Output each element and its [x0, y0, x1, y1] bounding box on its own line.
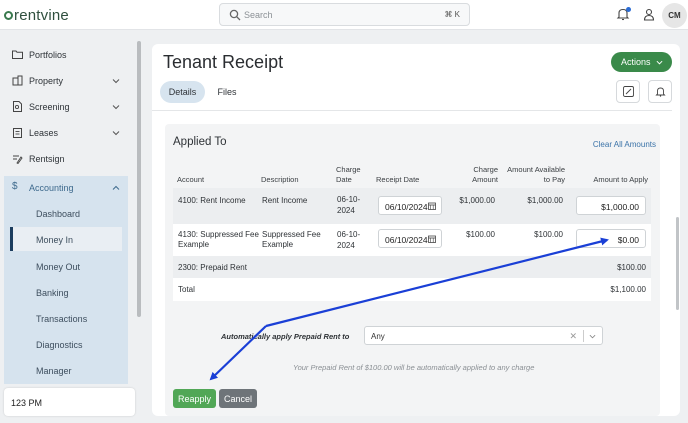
col-header-charge-date-2: Date — [336, 175, 352, 184]
search-shortcut: ⌘ K — [444, 10, 460, 19]
notification-dot — [626, 7, 631, 12]
auto-apply-label: Automatically apply Prepaid Rent to — [221, 332, 350, 341]
user-icon[interactable] — [643, 8, 655, 21]
search-icon — [229, 9, 241, 21]
select-separator — [583, 330, 584, 342]
col-header-description: Description — [261, 175, 299, 184]
amount-to-apply-input[interactable]: $1,000.00 — [576, 196, 646, 215]
actions-button[interactable]: Actions — [611, 52, 672, 72]
chevron-down-icon — [112, 79, 120, 84]
col-header-available-2: to Pay — [543, 175, 565, 184]
main-card: Tenant Receipt Actions Details Files App… — [152, 44, 680, 416]
clock-widget: 123 PM — [4, 388, 135, 416]
sidebar-sub-diagnostics[interactable]: Diagnostics — [36, 340, 83, 350]
sidebar-sub-transactions[interactable]: Transactions — [36, 314, 87, 324]
col-header-account: Account — [177, 175, 205, 184]
table-row: 4130: Suppressed Fee Example Suppressed … — [173, 224, 651, 256]
edit-button[interactable] — [616, 80, 640, 103]
clipboard-icon — [13, 128, 22, 138]
page-title: Tenant Receipt — [163, 52, 284, 72]
sidebar-sub-banking[interactable]: Banking — [36, 288, 69, 298]
chevron-up-icon — [112, 185, 120, 190]
tab-details[interactable]: Details — [160, 81, 205, 103]
sidebar-sub-dashboard[interactable]: Dashboard — [36, 209, 80, 219]
amount-to-apply-input[interactable]: $0.00 — [576, 229, 646, 248]
search-box[interactable]: Search ⌘ K — [219, 3, 470, 26]
col-header-amount-to-apply: Amount to Apply — [593, 175, 648, 184]
calendar-icon — [428, 202, 436, 210]
main-scrollbar[interactable] — [676, 217, 679, 310]
tab-files[interactable]: Files — [212, 81, 242, 103]
receipt-date-input[interactable]: 06/10/2024 — [378, 229, 442, 248]
sidebar-item-rentsign[interactable]: Rentsign — [12, 149, 124, 169]
applied-to-section: Applied To Clear All Amounts Account Des… — [165, 124, 660, 416]
sidebar-sub-money-in[interactable]: Money In — [36, 235, 73, 245]
sidebar-sub-manager[interactable]: Manager — [36, 366, 72, 376]
chevron-down-icon — [112, 131, 120, 136]
col-header-available-1: Amount Available — [507, 165, 565, 174]
sidebar-item-leases[interactable]: Leases — [12, 123, 124, 143]
auto-apply-select[interactable]: Any ✕ — [364, 326, 603, 345]
rentvine-logo[interactable]: rentvine — [4, 7, 69, 24]
header-divider — [152, 110, 672, 111]
prepaid-note: Your Prepaid Rent of $100.00 will be aut… — [293, 363, 535, 372]
sidebar-item-screening[interactable]: Screening — [12, 97, 124, 117]
sidebar-scrollbar[interactable] — [137, 41, 141, 317]
document-search-icon — [13, 101, 22, 112]
bell-outline-icon — [655, 87, 666, 97]
chevron-down-icon — [589, 334, 596, 339]
sidebar-sub-money-out[interactable]: Money Out — [36, 262, 80, 272]
col-header-charge-date-1: Charge — [336, 165, 361, 174]
section-title: Applied To — [173, 136, 227, 148]
receipt-date-input[interactable]: 06/10/2024 — [378, 196, 442, 215]
top-bar: rentvine Search ⌘ K CM — [0, 0, 688, 30]
prepaid-row: 2300: Prepaid Rent $100.00 — [173, 256, 651, 278]
accounting-panel — [4, 176, 128, 384]
folder-icon — [12, 50, 23, 59]
edit-icon — [623, 86, 634, 97]
reapply-button[interactable]: Reapply — [173, 389, 216, 408]
chevron-down-icon — [656, 60, 663, 65]
calendar-icon — [428, 235, 436, 243]
building-icon — [12, 75, 23, 86]
sidebar-item-accounting[interactable]: $ Accounting — [12, 178, 124, 198]
col-header-receipt-date: Receipt Date — [376, 175, 420, 184]
alert-button[interactable] — [648, 80, 672, 103]
chevron-down-icon — [112, 105, 120, 110]
search-placeholder: Search — [244, 10, 273, 20]
clear-all-amounts-link[interactable]: Clear All Amounts — [593, 140, 656, 149]
cancel-button[interactable]: Cancel — [219, 389, 257, 408]
dollar-icon: $ — [12, 181, 18, 192]
col-header-charge-amount-1: Charge — [473, 165, 498, 174]
clear-icon[interactable]: ✕ — [569, 331, 577, 342]
total-row: Total $1,100.00 — [173, 278, 651, 301]
avatar[interactable]: CM — [662, 3, 687, 28]
signature-icon — [13, 155, 23, 164]
col-header-charge-amount-2: Amount — [472, 175, 498, 184]
sidebar-item-portfolios[interactable]: Portfolios — [12, 45, 124, 65]
table-row: 4100: Rent Income Rent Income 06-10- 202… — [173, 188, 651, 224]
sidebar-item-property[interactable]: Property — [12, 71, 124, 91]
